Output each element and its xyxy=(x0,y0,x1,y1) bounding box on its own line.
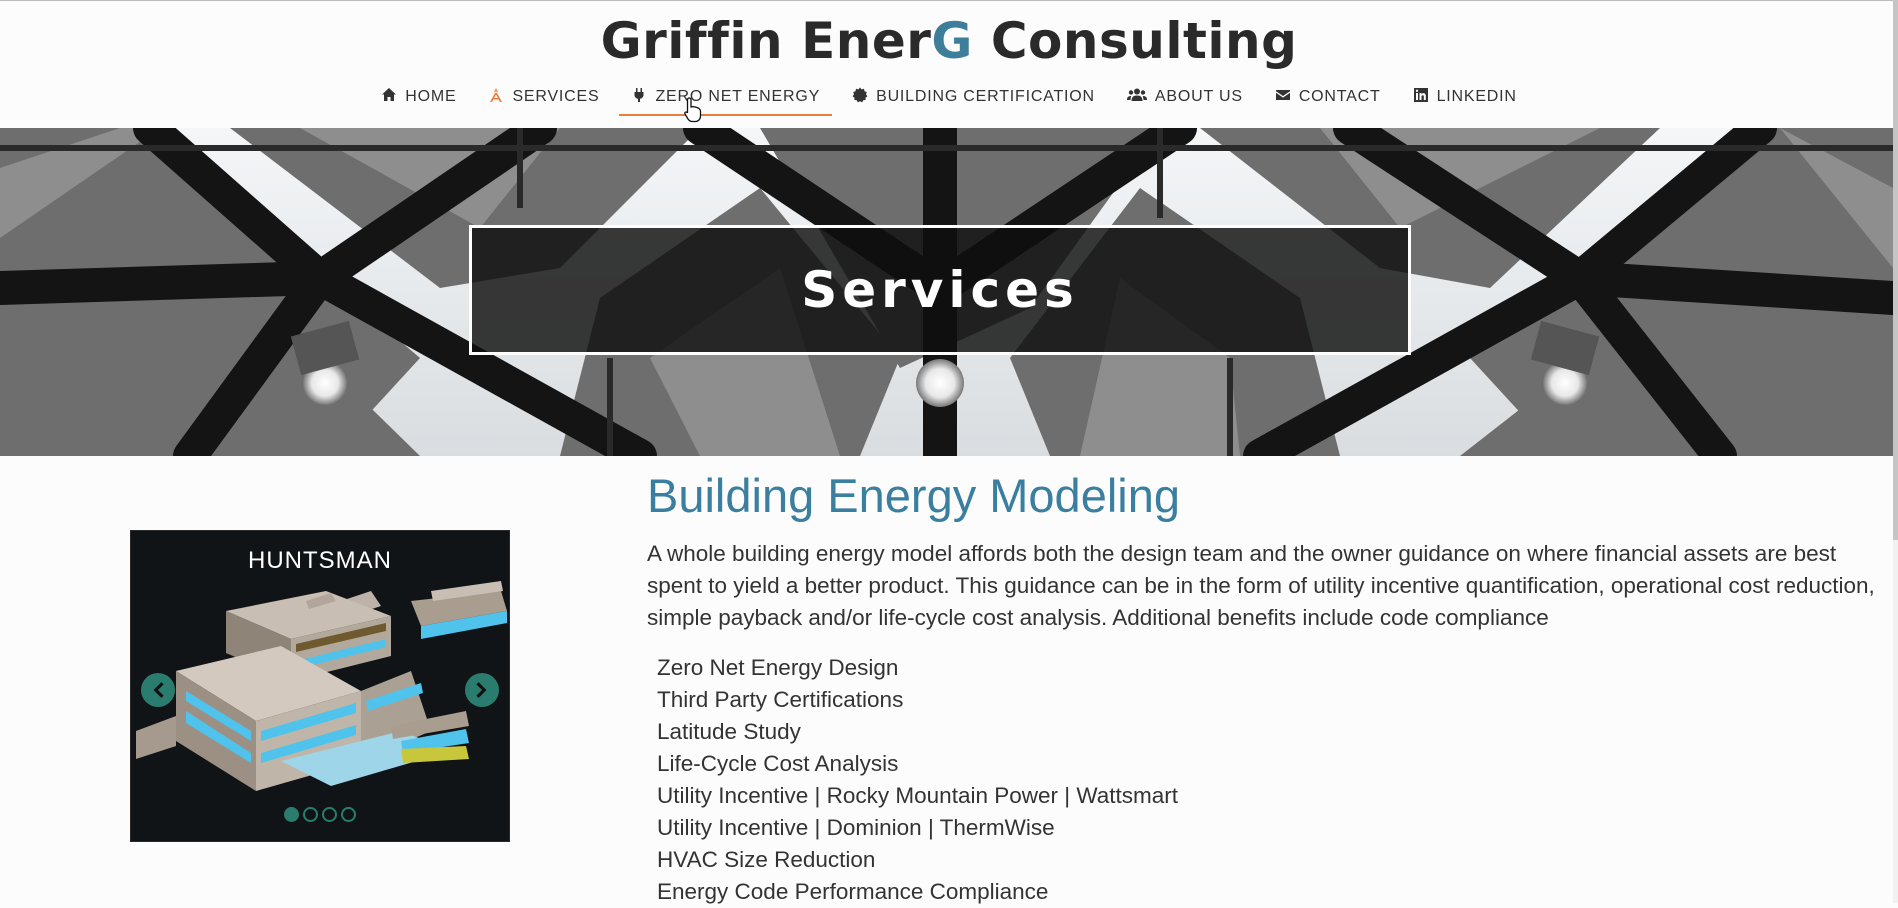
list-item: Utility Incentive | Dominion | ThermWise xyxy=(657,815,1055,840)
list-item: Third Party Certifications xyxy=(657,687,904,712)
page-scrollbar[interactable] xyxy=(1893,0,1898,903)
linkedin-icon xyxy=(1413,87,1429,108)
section-heading: Building Energy Modeling xyxy=(647,469,1180,522)
nav-label: BUILDING CERTIFICATION xyxy=(876,88,1095,105)
chevron-right-icon xyxy=(476,682,487,698)
nav-label: LINKEDIN xyxy=(1436,88,1517,105)
project-carousel: HUNTSMAN xyxy=(130,530,510,842)
section-intro: A whole building energy model affords bo… xyxy=(647,541,1875,630)
nav-label: ZERO NET ENERGY xyxy=(655,88,821,105)
envelope-icon xyxy=(1275,87,1291,108)
logo-text-highlight: G xyxy=(931,12,973,70)
building-model-image xyxy=(136,581,507,791)
carousel-prev-button[interactable] xyxy=(141,673,175,707)
nav-item-zero-net-energy[interactable]: ZERO NET ENERGY xyxy=(615,80,836,116)
nav-item-home[interactable]: HOME xyxy=(365,80,472,114)
nav-item-about-us[interactable]: ABOUT US xyxy=(1111,80,1259,114)
list-item: Utility Incentive | Rocky Mountain Power… xyxy=(657,783,1179,808)
list-item: Life-Cycle Cost Analysis xyxy=(657,751,899,776)
nav-item-linkedin[interactable]: LINKEDIN xyxy=(1397,80,1533,114)
site-logo[interactable]: Griffin EnerG Consulting xyxy=(0,10,1898,72)
scrollbar-thumb[interactable] xyxy=(1893,0,1898,540)
nav-item-services[interactable]: SERVICES xyxy=(472,80,615,114)
nav-label: SERVICES xyxy=(512,88,600,105)
carousel-indicators xyxy=(131,807,509,822)
compass-icon xyxy=(488,87,504,108)
certificate-icon xyxy=(852,87,868,108)
nav-label: HOME xyxy=(405,88,457,105)
list-item: Energy Code Performance Compliance xyxy=(657,879,1049,904)
hero-title: Services xyxy=(801,261,1079,319)
list-item: Latitude Study xyxy=(657,719,801,744)
carousel-dot-3[interactable] xyxy=(322,807,337,822)
nav-label: CONTACT xyxy=(1298,88,1381,105)
home-icon xyxy=(381,87,397,108)
logo-text-prefix: Griffin Ener xyxy=(600,12,932,70)
carousel-next-button[interactable] xyxy=(465,673,499,707)
hero-banner: Services xyxy=(0,128,1893,456)
carousel-dot-4[interactable] xyxy=(341,807,356,822)
carousel-dot-1[interactable] xyxy=(284,807,299,822)
users-icon xyxy=(1126,87,1147,108)
mouse-pointer-icon xyxy=(684,97,702,123)
nav-item-contact[interactable]: CONTACT xyxy=(1259,80,1397,114)
carousel-dot-2[interactable] xyxy=(303,807,318,822)
services-content: Building Energy Modeling A whole buildin… xyxy=(647,468,1877,908)
logo-text-suffix: Consulting xyxy=(972,12,1298,70)
nav-item-building-certification[interactable]: BUILDING CERTIFICATION xyxy=(836,80,1111,114)
nav-label: ABOUT US xyxy=(1154,88,1243,105)
hero-title-box: Services xyxy=(469,225,1411,355)
services-list: Zero Net Energy Design Third Party Certi… xyxy=(657,652,1877,908)
list-item: Zero Net Energy Design xyxy=(657,655,899,680)
chevron-left-icon xyxy=(153,682,164,698)
main-nav: HOME SERVICES ZERO NET ENERGY BUILDING C… xyxy=(0,80,1898,120)
top-border xyxy=(0,0,1898,1)
plug-icon xyxy=(631,87,647,108)
list-item: HVAC Size Reduction xyxy=(657,847,876,872)
